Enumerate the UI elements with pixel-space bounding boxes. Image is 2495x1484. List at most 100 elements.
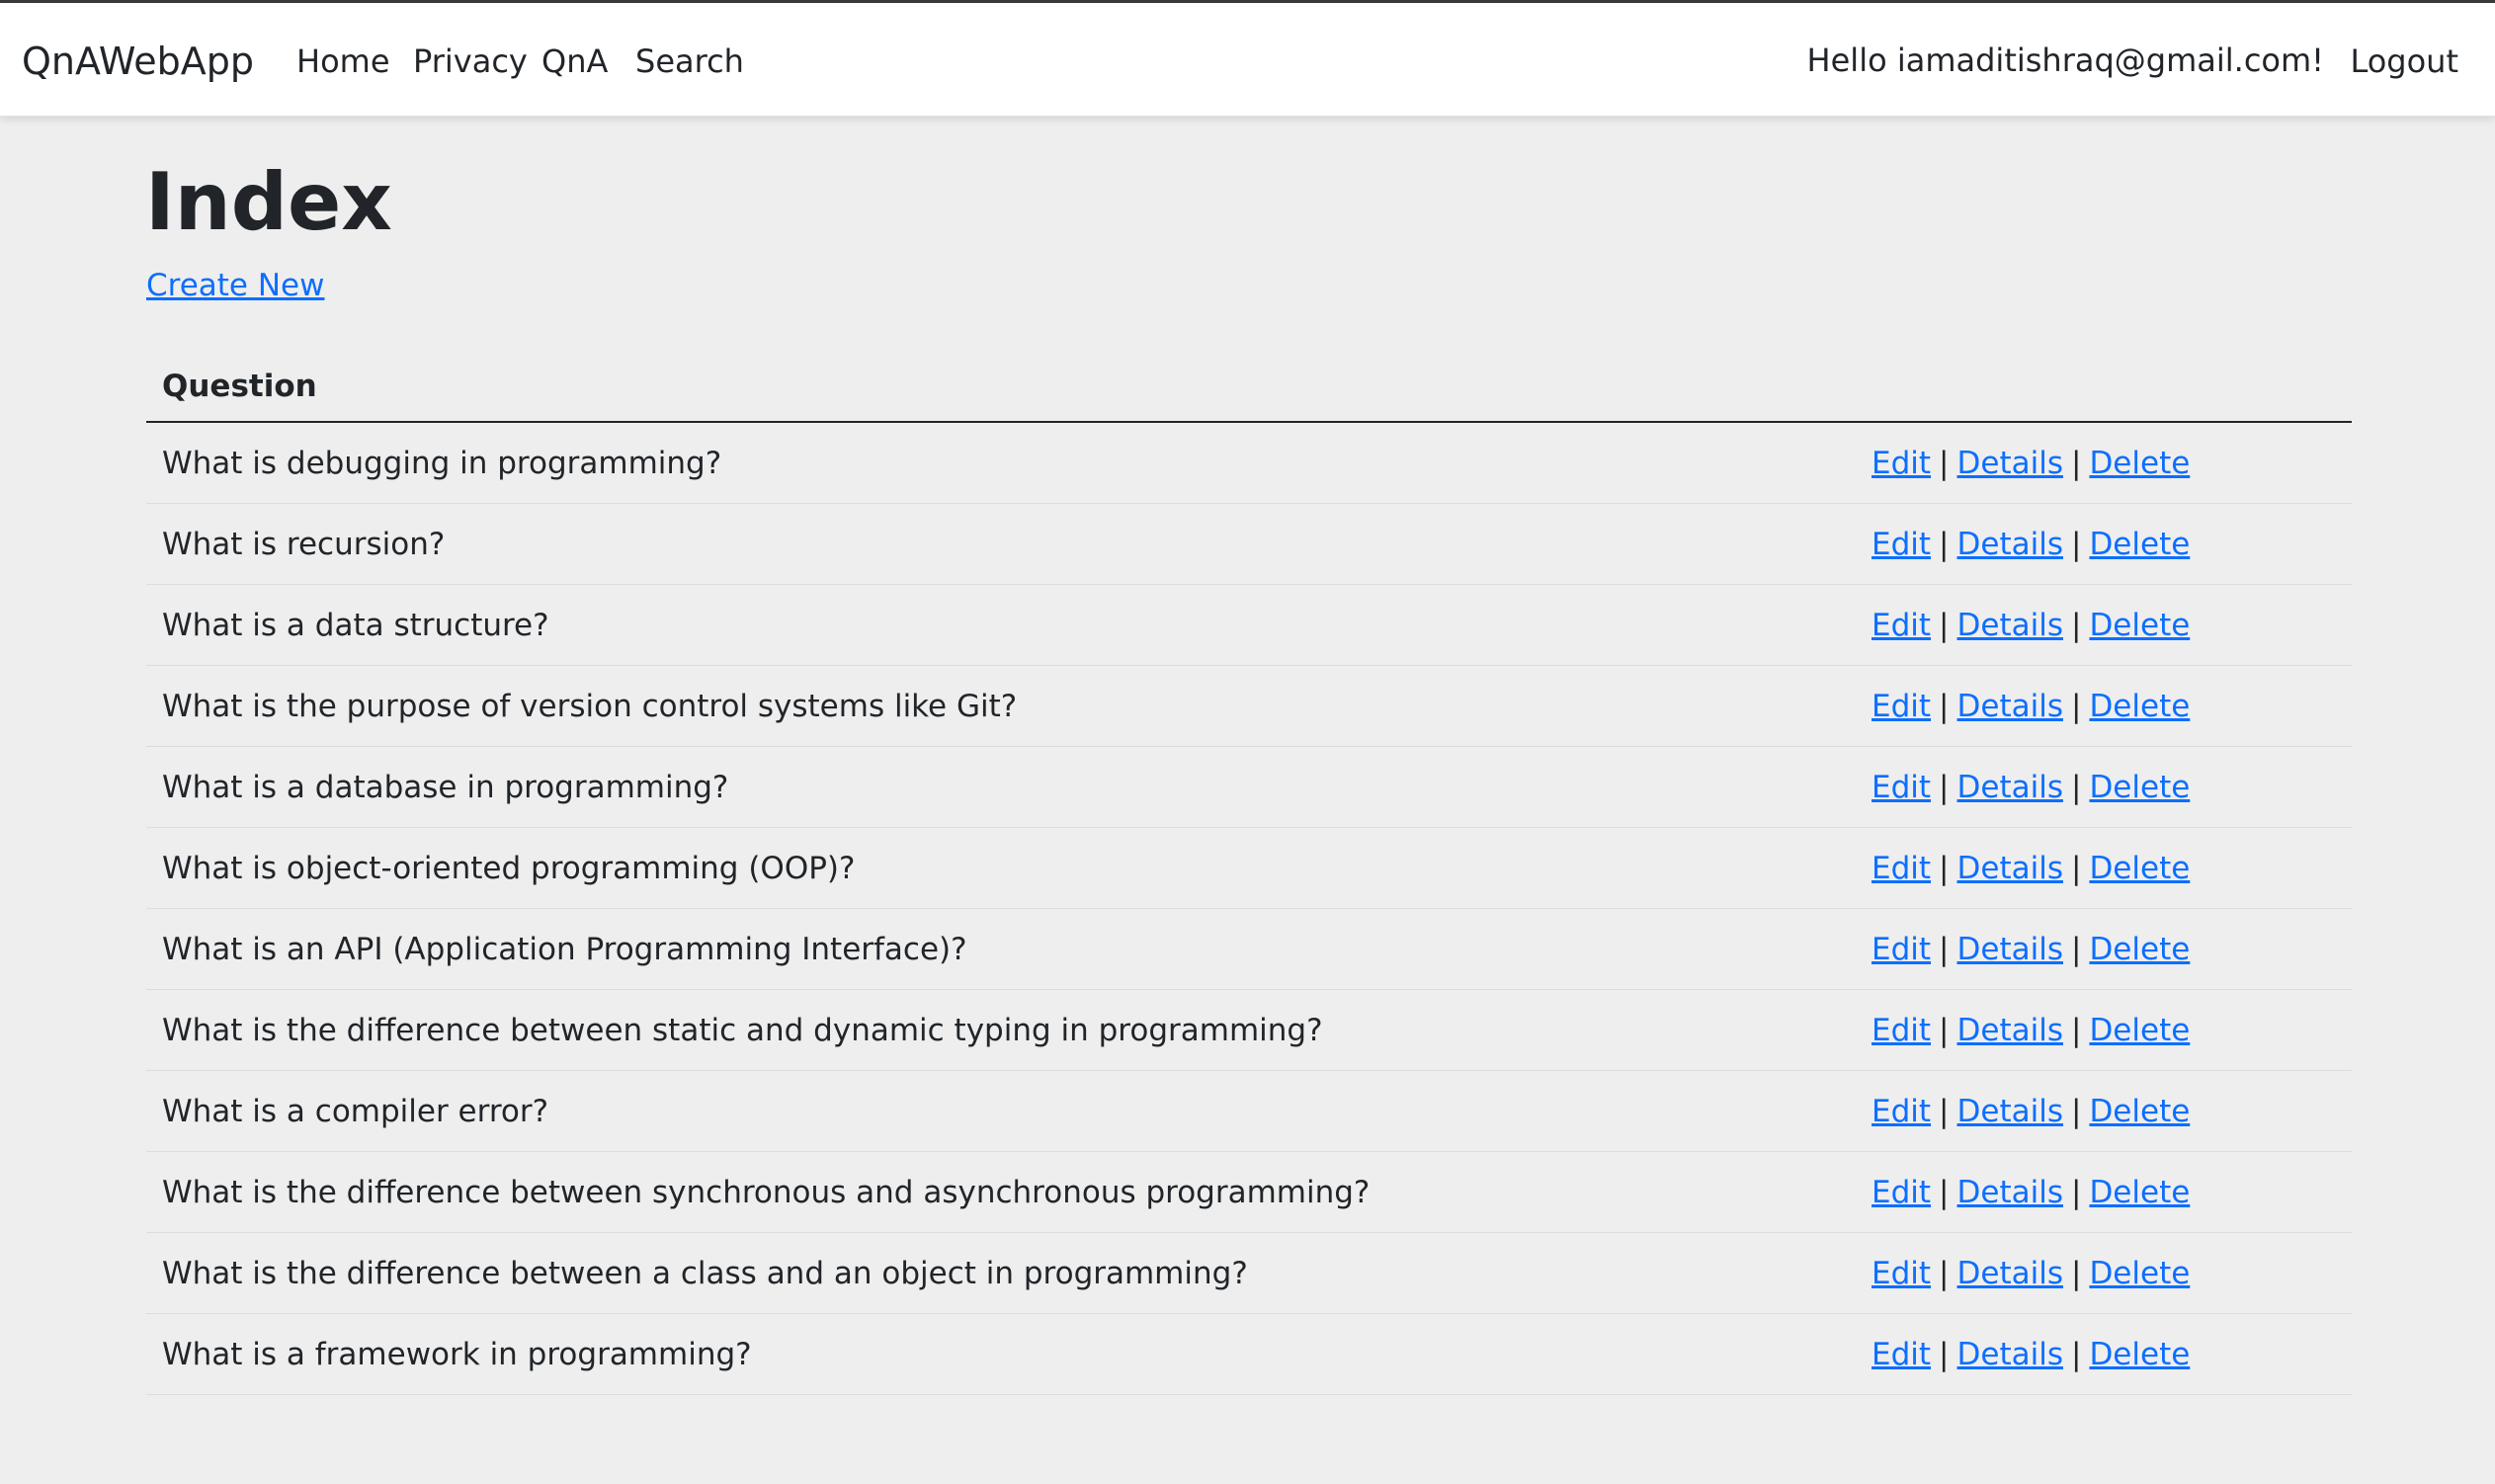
- delete-link[interactable]: Delete: [2089, 527, 2190, 562]
- details-link[interactable]: Details: [1957, 1175, 2063, 1210]
- action-separator: |: [1939, 1093, 1950, 1129]
- details-link[interactable]: Details: [1957, 1013, 2063, 1048]
- action-separator: |: [1939, 1336, 1950, 1372]
- edit-link[interactable]: Edit: [1871, 770, 1931, 805]
- action-separator: |: [1939, 445, 1950, 481]
- action-separator: |: [1939, 850, 1950, 886]
- action-separator: |: [2070, 931, 2082, 967]
- details-link[interactable]: Details: [1957, 527, 2063, 562]
- nav-link-privacy[interactable]: Privacy: [413, 41, 528, 81]
- questions-table: Question What is debugging in programmin…: [146, 352, 2352, 1395]
- table-row: What is recursion? Edit | Details | Delete: [146, 503, 2352, 585]
- edit-link[interactable]: Edit: [1871, 527, 1931, 562]
- delete-link[interactable]: Delete: [2089, 689, 2190, 724]
- actions-cell: Edit | Details | Delete: [1856, 827, 2352, 909]
- action-separator: |: [2070, 850, 2082, 886]
- action-separator: |: [2070, 688, 2082, 724]
- edit-link[interactable]: Edit: [1871, 446, 1931, 481]
- nav-link-qna[interactable]: QnA: [541, 41, 608, 81]
- delete-link[interactable]: Delete: [2089, 932, 2190, 967]
- table-row: What is object-oriented programming (OOP…: [146, 827, 2352, 909]
- edit-link[interactable]: Edit: [1871, 608, 1931, 643]
- action-separator: |: [2070, 1174, 2082, 1210]
- edit-link[interactable]: Edit: [1871, 1094, 1931, 1129]
- column-header-question: Question: [146, 352, 1856, 423]
- details-link[interactable]: Details: [1957, 770, 2063, 805]
- actions-cell: Edit | Details | Delete: [1856, 584, 2352, 666]
- details-link[interactable]: Details: [1957, 608, 2063, 643]
- question-cell: What is the difference between a class a…: [146, 1232, 1856, 1314]
- table-row: What is a compiler error? Edit | Details | De…: [146, 1070, 2352, 1152]
- question-cell: What is a data structure?: [146, 584, 1856, 666]
- question-cell: What is object-oriented programming (OOP…: [146, 827, 1856, 909]
- action-separator: |: [2070, 1012, 2082, 1048]
- delete-link[interactable]: Delete: [2089, 1013, 2190, 1048]
- delete-link[interactable]: Delete: [2089, 851, 2190, 886]
- question-cell: What is the purpose of version control s…: [146, 665, 1856, 747]
- details-link[interactable]: Details: [1957, 1094, 2063, 1129]
- navbar: QnAWebApp Home Privacy QnA Search Hello …: [0, 3, 2495, 117]
- edit-link[interactable]: Edit: [1871, 932, 1931, 967]
- delete-link[interactable]: Delete: [2089, 1175, 2190, 1210]
- create-new-link[interactable]: Create New: [146, 266, 324, 305]
- column-header-actions: [1856, 352, 2352, 423]
- logout-link[interactable]: Logout: [2350, 41, 2458, 81]
- details-link[interactable]: Details: [1957, 932, 2063, 967]
- user-greeting: Hello iamaditishraq@gmail.com!: [1806, 41, 2324, 79]
- action-separator: |: [2070, 607, 2082, 643]
- action-separator: |: [1939, 769, 1950, 805]
- edit-link[interactable]: Edit: [1871, 1256, 1931, 1291]
- actions-cell: Edit | Details | Delete: [1856, 746, 2352, 828]
- question-cell: What is the difference between static an…: [146, 989, 1856, 1071]
- nav-link-home[interactable]: Home: [296, 41, 390, 81]
- actions-cell: Edit | Details | Delete: [1856, 422, 2352, 504]
- delete-link[interactable]: Delete: [2089, 446, 2190, 481]
- table-row: What is the purpose of version control s…: [146, 665, 2352, 747]
- action-separator: |: [2070, 1336, 2082, 1372]
- action-separator: |: [1939, 1012, 1950, 1048]
- table-body: What is debugging in programming? Edit | De…: [146, 422, 2352, 1395]
- table-row: What is the difference between a class a…: [146, 1232, 2352, 1314]
- actions-cell: Edit | Details | Delete: [1856, 908, 2352, 990]
- nav-link-search[interactable]: Search: [635, 41, 744, 81]
- brand-link[interactable]: QnAWebApp: [22, 38, 254, 85]
- action-separator: |: [2070, 1255, 2082, 1291]
- details-link[interactable]: Details: [1957, 851, 2063, 886]
- edit-link[interactable]: Edit: [1871, 1013, 1931, 1048]
- edit-link[interactable]: Edit: [1871, 689, 1931, 724]
- details-link[interactable]: Details: [1957, 446, 2063, 481]
- delete-link[interactable]: Delete: [2089, 1337, 2190, 1372]
- details-link[interactable]: Details: [1957, 689, 2063, 724]
- page-title: Index: [145, 156, 392, 248]
- table-row: What is the difference between synchrono…: [146, 1151, 2352, 1233]
- actions-cell: Edit | Details | Delete: [1856, 1070, 2352, 1152]
- details-link[interactable]: Details: [1957, 1256, 2063, 1291]
- delete-link[interactable]: Delete: [2089, 1094, 2190, 1129]
- actions-cell: Edit | Details | Delete: [1856, 1151, 2352, 1233]
- details-link[interactable]: Details: [1957, 1337, 2063, 1372]
- edit-link[interactable]: Edit: [1871, 1175, 1931, 1210]
- table-row: What is a framework in programming? Edit |…: [146, 1313, 2352, 1395]
- actions-cell: Edit | Details | Delete: [1856, 989, 2352, 1071]
- action-separator: |: [1939, 1255, 1950, 1291]
- actions-cell: Edit | Details | Delete: [1856, 1232, 2352, 1314]
- edit-link[interactable]: Edit: [1871, 851, 1931, 886]
- actions-cell: Edit | Details | Delete: [1856, 1313, 2352, 1395]
- actions-cell: Edit | Details | Delete: [1856, 503, 2352, 585]
- action-separator: |: [1939, 526, 1950, 562]
- table-row: What is a data structure? Edit | Details | De…: [146, 584, 2352, 666]
- action-separator: |: [1939, 931, 1950, 967]
- question-cell: What is debugging in programming?: [146, 422, 1856, 504]
- question-cell: What is a framework in programming?: [146, 1313, 1856, 1395]
- delete-link[interactable]: Delete: [2089, 608, 2190, 643]
- action-separator: |: [1939, 607, 1950, 643]
- action-separator: |: [1939, 688, 1950, 724]
- delete-link[interactable]: Delete: [2089, 1256, 2190, 1291]
- table-row: What is the difference between static an…: [146, 989, 2352, 1071]
- action-separator: |: [1939, 1174, 1950, 1210]
- action-separator: |: [2070, 445, 2082, 481]
- action-separator: |: [2070, 526, 2082, 562]
- edit-link[interactable]: Edit: [1871, 1337, 1931, 1372]
- delete-link[interactable]: Delete: [2089, 770, 2190, 805]
- table-header-row: Question: [146, 352, 2352, 423]
